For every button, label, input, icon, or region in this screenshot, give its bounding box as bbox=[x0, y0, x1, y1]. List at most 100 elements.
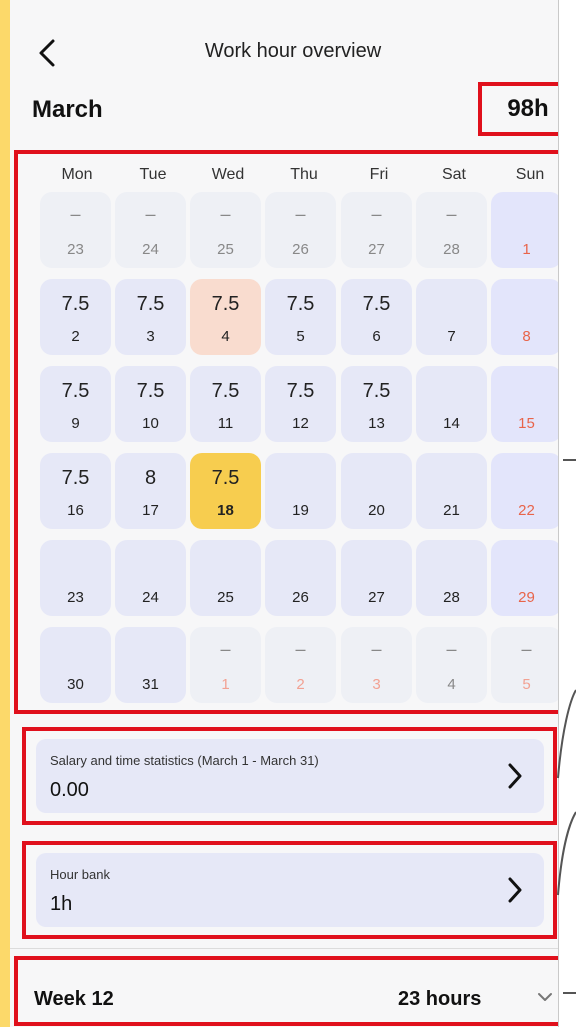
calendar-day-cell[interactable]: –2 bbox=[265, 627, 336, 703]
day-number: 24 bbox=[142, 241, 159, 258]
day-number: 24 bbox=[142, 589, 159, 606]
calendar-day-cell[interactable]: 31 bbox=[115, 627, 186, 703]
day-number: 12 bbox=[292, 415, 309, 432]
weekday-sat: Sat bbox=[441, 166, 466, 183]
day-hours: 7.5 bbox=[211, 467, 240, 489]
day-hours: – bbox=[295, 639, 306, 659]
calendar-day-cell[interactable]: 30 bbox=[40, 627, 111, 703]
day-hours: 7.5 bbox=[286, 380, 315, 402]
day-number: 17 bbox=[142, 502, 159, 519]
hour-bank-card[interactable]: Hour bank 1h bbox=[36, 853, 544, 927]
page-title: Work hour overview bbox=[204, 40, 382, 62]
calendar-day-cell[interactable]: 7.5 11 bbox=[190, 366, 261, 442]
day-hours: 7.5 bbox=[61, 467, 90, 489]
calendar-day-cell[interactable]: 7.5 12 bbox=[265, 366, 336, 442]
day-number: 25 bbox=[217, 241, 234, 258]
chevron-right-icon bbox=[506, 761, 524, 791]
day-hours: 7.5 bbox=[211, 293, 240, 315]
calendar-day-cell[interactable]: – 24 bbox=[115, 192, 186, 268]
calendar-day-cell[interactable]: – 28 bbox=[416, 192, 487, 268]
calendar-day-cell[interactable]: 7.5 9 bbox=[40, 366, 111, 442]
chevron-right-icon bbox=[506, 875, 524, 905]
calendar-day-cell[interactable]: –3 bbox=[341, 627, 412, 703]
day-number: 6 bbox=[372, 328, 381, 345]
day-number: 9 bbox=[71, 415, 80, 432]
day-hours: – bbox=[295, 204, 306, 224]
day-number: 28 bbox=[443, 589, 460, 606]
day-hours: 7.5 bbox=[61, 380, 90, 402]
calendar-day-cell[interactable]: 25 bbox=[190, 540, 261, 616]
calendar-day-cell[interactable]: 8 17 bbox=[115, 453, 186, 529]
calendar-day-cell[interactable]: 26 bbox=[265, 540, 336, 616]
day-number: 16 bbox=[67, 502, 84, 519]
hour-bank-value: 1h bbox=[50, 893, 73, 915]
calendar-grid: Mon Tue Wed Thu Fri Sat Sun –23–24–25–26… bbox=[14, 150, 576, 714]
calendar-day-cell[interactable]: 14 bbox=[416, 366, 487, 442]
calendar-day-cell[interactable]: –5 bbox=[491, 627, 562, 703]
calendar-day-cell[interactable]: – 27 bbox=[341, 192, 412, 268]
week-label: Week 12 bbox=[34, 988, 114, 1010]
calendar-day-cell[interactable]: – 26 bbox=[265, 192, 336, 268]
day-number: 25 bbox=[217, 589, 234, 606]
calendar-day-cell[interactable]: 21 bbox=[416, 453, 487, 529]
calendar-day-cell[interactable]: 27 bbox=[341, 540, 412, 616]
calendar-day-cell[interactable]: 24 bbox=[115, 540, 186, 616]
day-hours: 7.5 bbox=[136, 293, 165, 315]
day-number: 26 bbox=[292, 589, 309, 606]
week-hours: 23 hours bbox=[398, 988, 482, 1010]
calendar-day-cell[interactable]: 7.5 13 bbox=[341, 366, 412, 442]
day-number: 31 bbox=[142, 676, 159, 693]
calendar-day-cell[interactable]: – 25 bbox=[190, 192, 261, 268]
calendar-day-cell[interactable]: –4 bbox=[416, 627, 487, 703]
day-number: 1 bbox=[522, 241, 531, 258]
calendar-day-cell[interactable]: 7.5 5 bbox=[265, 279, 336, 355]
divider bbox=[10, 948, 558, 949]
calendar-day-cell[interactable]: 8 bbox=[491, 279, 562, 355]
calendar-day-cell[interactable]: 20 bbox=[341, 453, 412, 529]
calendar-day-cell[interactable]: 7.5 10 bbox=[115, 366, 186, 442]
calendar-day-cell[interactable]: – 23 bbox=[40, 192, 111, 268]
day-hours: 8 bbox=[144, 467, 157, 489]
calendar-day-cell[interactable]: 23 bbox=[40, 540, 111, 616]
calendar-day-cell[interactable]: –1 bbox=[190, 627, 261, 703]
day-number: 11 bbox=[217, 415, 234, 432]
hour-bank-section: Hour bank 1h bbox=[22, 841, 557, 939]
weekday-sun: Sun bbox=[515, 166, 545, 183]
day-hours: – bbox=[521, 639, 532, 659]
day-hours: – bbox=[371, 204, 382, 224]
calendar-day-cell[interactable]: 7.5 6 bbox=[341, 279, 412, 355]
calendar-day-cell[interactable]: 7.5 2 bbox=[40, 279, 111, 355]
day-hours: 7.5 bbox=[211, 380, 240, 402]
calendar-day-cell[interactable]: 15 bbox=[491, 366, 562, 442]
salary-section: Salary and time statistics (March 1 - Ma… bbox=[22, 727, 557, 825]
calendar-day-cell[interactable]: 28 bbox=[416, 540, 487, 616]
day-number: 3 bbox=[146, 328, 155, 345]
side-panel-edge bbox=[558, 0, 576, 1027]
screen: Work hour overview March 98h Mon Tue Wed… bbox=[10, 0, 576, 1027]
salary-statistics-card[interactable]: Salary and time statistics (March 1 - Ma… bbox=[36, 739, 544, 813]
day-number: 7 bbox=[447, 328, 456, 345]
day-number: 4 bbox=[447, 676, 456, 693]
calendar-day-cell[interactable]: 7.5 4 bbox=[190, 279, 261, 355]
chevron-down-icon[interactable] bbox=[536, 990, 554, 1004]
day-hours: 7.5 bbox=[136, 380, 165, 402]
day-number: 21 bbox=[443, 502, 460, 519]
calendar-day-cell[interactable]: 7.5 3 bbox=[115, 279, 186, 355]
day-number: 18 bbox=[217, 502, 234, 519]
day-number: 1 bbox=[221, 676, 230, 693]
calendar-day-cell[interactable]: 7.5 18 bbox=[190, 453, 261, 529]
day-number: 30 bbox=[67, 676, 84, 693]
calendar-day-cell[interactable]: 7 bbox=[416, 279, 487, 355]
calendar-day-cell[interactable]: 19 bbox=[265, 453, 336, 529]
calendar-day-cell[interactable]: 7.5 16 bbox=[40, 453, 111, 529]
day-hours: 7.5 bbox=[362, 380, 391, 402]
day-number: 22 bbox=[518, 502, 535, 519]
calendar-day-cell[interactable]: 22 bbox=[491, 453, 562, 529]
day-number: 27 bbox=[368, 589, 385, 606]
week-summary-row[interactable]: Week 12 23 hours bbox=[14, 956, 576, 1026]
day-number: 5 bbox=[522, 676, 531, 693]
calendar-day-cell[interactable]: 1 bbox=[491, 192, 562, 268]
day-hours: 7.5 bbox=[61, 293, 90, 315]
calendar-day-cell[interactable]: 29 bbox=[491, 540, 562, 616]
day-number: 5 bbox=[296, 328, 305, 345]
